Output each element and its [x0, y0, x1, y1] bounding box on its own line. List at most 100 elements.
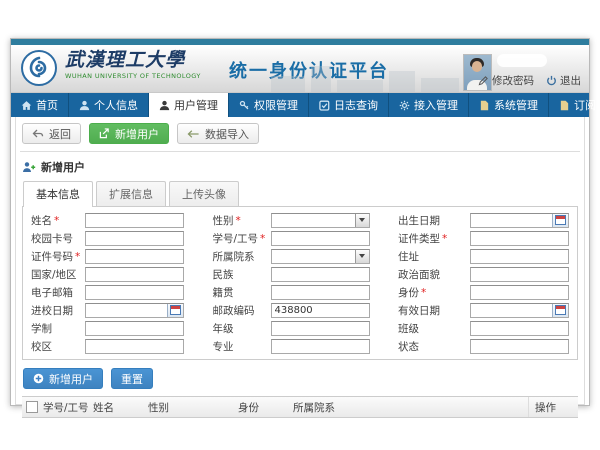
- field-select: [271, 249, 370, 264]
- table-header-cell: 学号/工号: [43, 400, 93, 415]
- field-label: 证件类型*: [398, 231, 470, 246]
- input-field[interactable]: [85, 249, 184, 264]
- calendar-icon[interactable]: [552, 214, 568, 227]
- field-text: [85, 231, 184, 246]
- input-field[interactable]: [470, 267, 569, 282]
- logo-swirl-icon: [26, 55, 52, 81]
- nav-item-log-query[interactable]: 日志查询: [309, 93, 389, 117]
- add-user-submit-button[interactable]: 新增用户: [23, 368, 103, 389]
- input-field[interactable]: [470, 339, 569, 354]
- field-text: [271, 267, 370, 282]
- required-asterisk: *: [236, 215, 241, 227]
- field-label-text: 国家/地区: [31, 269, 77, 281]
- input-field[interactable]: [271, 339, 370, 354]
- input-field[interactable]: [85, 231, 184, 246]
- dropdown-arrow-button[interactable]: [355, 214, 369, 227]
- reset-button-label: 重置: [121, 371, 143, 387]
- table-header-cell: 身份: [238, 400, 293, 415]
- change-password-link[interactable]: 修改密码: [478, 73, 534, 88]
- change-password-label: 修改密码: [492, 73, 534, 88]
- nav-item-subscription-mgmt[interactable]: 订阅管理: [549, 93, 600, 117]
- university-name-en: WUHAN UNIVERSITY OF TECHNOLOGY: [65, 73, 201, 80]
- field-label: 电子邮箱: [31, 285, 85, 300]
- field-label-text: 证件类型: [398, 233, 440, 245]
- field-label: 进校日期: [31, 303, 85, 318]
- nav-item-label: 系统管理: [494, 97, 538, 113]
- add-user-toolbar-button[interactable]: 新增用户: [89, 123, 169, 144]
- data-import-button[interactable]: 数据导入: [177, 123, 259, 144]
- input-field[interactable]: [85, 339, 184, 354]
- checklist-icon: [319, 100, 330, 111]
- nav-item-access-mgmt[interactable]: 接入管理: [389, 93, 469, 117]
- tab-basic-info[interactable]: 基本信息: [23, 181, 93, 207]
- calendar-icon[interactable]: [167, 304, 183, 317]
- input-field[interactable]: [85, 267, 184, 282]
- required-asterisk: *: [75, 251, 80, 263]
- export-icon: [99, 128, 110, 139]
- input-field[interactable]: [85, 321, 184, 336]
- field-label-text: 校区: [31, 341, 52, 353]
- field-text: [271, 285, 370, 300]
- circle-plus-icon: [33, 373, 44, 384]
- table-header-cell: 性别: [148, 400, 238, 415]
- field-text: [470, 231, 569, 246]
- input-field[interactable]: [470, 231, 569, 246]
- input-field[interactable]: [470, 249, 569, 264]
- select-all-checkbox[interactable]: [26, 401, 38, 413]
- form-actions: 新增用户 重置: [22, 360, 578, 396]
- input-field[interactable]: [470, 285, 569, 300]
- required-asterisk: *: [54, 215, 59, 227]
- nav-item-home[interactable]: 首页: [11, 93, 69, 117]
- tab-extended-info[interactable]: 扩展信息: [96, 181, 166, 206]
- field-label: 班级: [398, 321, 470, 336]
- user-name-redacted: [497, 54, 547, 67]
- logout-link[interactable]: 退出: [546, 73, 581, 88]
- nav-item-profile[interactable]: 个人信息: [69, 93, 149, 117]
- nav-item-system-mgmt[interactable]: 系统管理: [469, 93, 549, 117]
- required-asterisk: *: [421, 287, 426, 299]
- university-name: 武漢理工大學: [65, 51, 201, 70]
- field-label-text: 民族: [213, 269, 234, 281]
- field-label-text: 姓名: [31, 215, 52, 227]
- back-button[interactable]: 返回: [22, 123, 81, 144]
- input-field[interactable]: [271, 231, 370, 246]
- field-label-text: 学制: [31, 323, 52, 335]
- user-icon: [159, 100, 170, 111]
- field-label: 出生日期: [398, 213, 470, 228]
- nav-item-permission-mgmt[interactable]: 权限管理: [229, 93, 309, 117]
- university-logo: [21, 50, 57, 86]
- field-label-text: 学号/工号: [213, 233, 259, 245]
- input-field[interactable]: [85, 213, 184, 228]
- input-field[interactable]: [271, 267, 370, 282]
- field-label-text: 有效日期: [398, 305, 440, 317]
- field-text: [470, 285, 569, 300]
- field-text: [271, 339, 370, 354]
- field-label: 年级: [213, 321, 271, 336]
- nav-bar: 首页个人信息用户管理权限管理日志查询接入管理系统管理订阅管理: [11, 93, 589, 117]
- input-field[interactable]: [271, 321, 370, 336]
- dropdown-arrow-button[interactable]: [355, 250, 369, 263]
- input-field[interactable]: [271, 285, 370, 300]
- field-text: [85, 213, 184, 228]
- input-field[interactable]: [271, 303, 370, 318]
- reset-button[interactable]: 重置: [111, 368, 153, 389]
- home-icon: [21, 100, 32, 111]
- add-user-submit-label: 新增用户: [49, 371, 93, 387]
- import-arrow-icon: [187, 129, 200, 139]
- input-field[interactable]: [470, 321, 569, 336]
- nav-item-user-mgmt[interactable]: 用户管理: [149, 93, 229, 117]
- calendar-icon[interactable]: [552, 304, 568, 317]
- field-label-text: 状态: [398, 341, 419, 353]
- field-select: [271, 213, 370, 228]
- nav-item-label: 首页: [36, 97, 58, 113]
- field-label-text: 所属院系: [213, 251, 255, 263]
- power-icon: [546, 75, 557, 86]
- nav-item-label: 日志查询: [334, 97, 378, 113]
- tab-upload-avatar[interactable]: 上传头像: [169, 181, 239, 206]
- field-text: [85, 267, 184, 282]
- field-text: [271, 231, 370, 246]
- nav-item-label: 权限管理: [254, 97, 298, 113]
- field-date: [470, 303, 569, 318]
- user-table-header: 学号/工号姓名性别身份所属院系操作: [22, 396, 578, 418]
- input-field[interactable]: [85, 285, 184, 300]
